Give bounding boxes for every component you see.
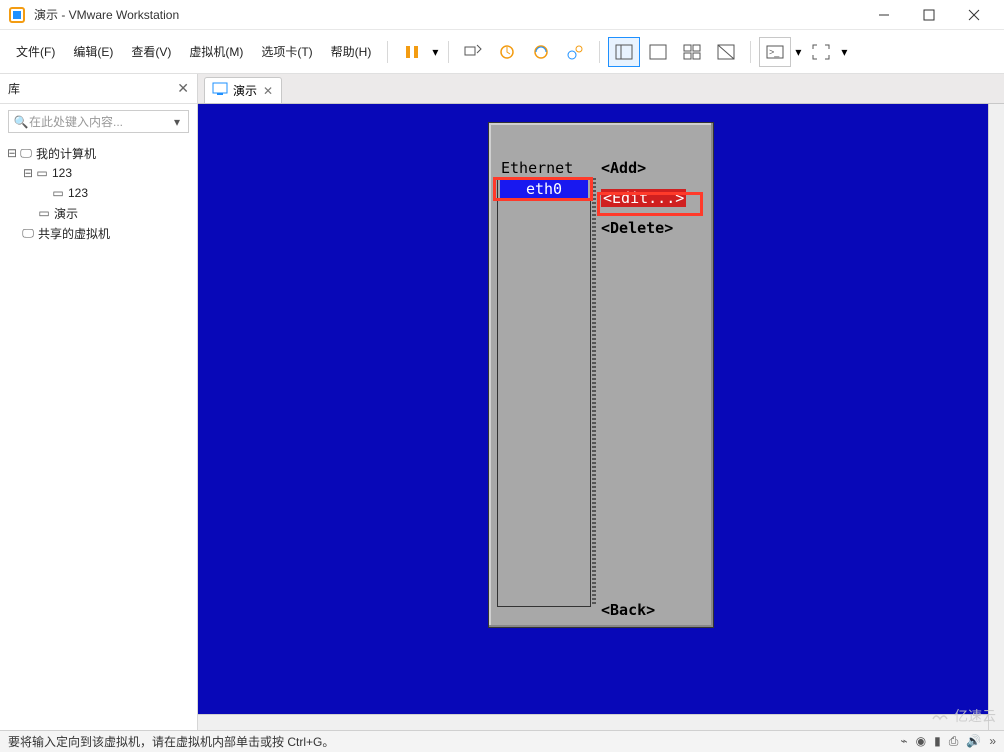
tui-interface-eth0[interactable]: eth0 (500, 180, 588, 198)
tui-back-button[interactable]: <Back> (601, 601, 705, 619)
tui-delete-button[interactable]: <Delete> (601, 219, 705, 237)
vm-display[interactable]: Ethernet eth0 <Add> <Edit...> <Delete> <… (198, 104, 1004, 730)
tree-node-123[interactable]: ⊟ ▭ 123 (4, 163, 193, 183)
horizontal-scrollbar[interactable] (198, 714, 988, 730)
snapshot-revert-icon[interactable] (525, 37, 557, 67)
status-sound-icon[interactable]: 🔊 (966, 734, 981, 749)
sidebar: 库 ✕ 🔍 在此处键入内容... ▾ ⊟ 🖵 我的计算机 ⊟ ▭ 123 ▭ (0, 74, 198, 730)
vm-running-icon: ▭ (36, 206, 52, 220)
status-bar: 要将输入定向到该虚拟机，请在虚拟机内部单击或按 Ctrl+G。 ⌁ ◉ ▮ ⎙ … (0, 730, 1004, 752)
status-text: 要将输入定向到该虚拟机，请在虚拟机内部单击或按 Ctrl+G。 (8, 733, 334, 750)
tab-close-icon[interactable]: ✕ (263, 84, 273, 98)
app-icon (8, 6, 26, 24)
snapshot-manager-icon[interactable] (559, 37, 591, 67)
watermark: 亿速云 (930, 706, 996, 726)
status-disk-icon[interactable]: ⌁ (900, 734, 907, 749)
collapse-icon[interactable]: ⊟ (22, 166, 34, 180)
status-cd-icon[interactable]: ◉ (916, 734, 926, 749)
pause-button[interactable] (396, 37, 428, 67)
tab-strip: 演示 ✕ (198, 74, 1004, 104)
menu-help[interactable]: 帮助(H) (323, 39, 380, 64)
tree-node-demo[interactable]: ▭ 演示 (4, 203, 193, 223)
tui-interface-list[interactable]: eth0 (497, 177, 591, 607)
console-dropdown[interactable]: ▾ (793, 45, 803, 59)
svg-text:>_: >_ (769, 47, 780, 57)
tab-demo[interactable]: 演示 ✕ (204, 77, 282, 103)
title-bar: 演示 - VMware Workstation (0, 0, 1004, 30)
search-icon: 🔍 (13, 115, 29, 129)
status-network-icon[interactable]: ⎙ (949, 734, 959, 749)
snapshot-take-icon[interactable] (491, 37, 523, 67)
send-ctrl-alt-del-icon[interactable] (457, 37, 489, 67)
vm-icon: ▭ (34, 166, 50, 180)
collapse-icon[interactable]: ⊟ (6, 146, 18, 160)
console-view-icon[interactable]: >_ (759, 37, 791, 67)
view-unity-icon[interactable] (710, 37, 742, 67)
search-dropdown-icon[interactable]: ▾ (170, 115, 184, 129)
search-placeholder: 在此处键入内容... (29, 113, 170, 130)
menu-edit[interactable]: 编辑(E) (65, 39, 121, 64)
separator (448, 41, 449, 63)
menu-view[interactable]: 查看(V) (123, 39, 179, 64)
status-icons: ⌁ ◉ ▮ ⎙ 🔊 » (900, 734, 996, 749)
tui-scrollbar[interactable] (592, 178, 596, 606)
fullscreen-icon[interactable] (805, 37, 837, 67)
fullscreen-dropdown[interactable]: ▾ (839, 45, 849, 59)
view-thumbnail-icon[interactable] (676, 37, 708, 67)
tree-node-123-child[interactable]: ▭ 123 (4, 183, 193, 203)
vm-tab-icon (213, 83, 227, 98)
sidebar-search[interactable]: 🔍 在此处键入内容... ▾ (8, 110, 189, 133)
content-area: 演示 ✕ Ethernet eth0 <Add> (198, 74, 1004, 730)
separator (599, 41, 600, 63)
separator (750, 41, 751, 63)
maximize-button[interactable] (906, 0, 951, 30)
status-menu-icon[interactable]: » (989, 734, 996, 749)
vm-tree: ⊟ 🖵 我的计算机 ⊟ ▭ 123 ▭ 123 ▭ 演示 (0, 139, 197, 247)
sidebar-close-button[interactable]: ✕ (177, 80, 189, 97)
tree-shared-vms[interactable]: 🖵 共享的虚拟机 (4, 223, 193, 243)
tui-dialog: Ethernet eth0 <Add> <Edit...> <Delete> <… (488, 122, 714, 628)
menu-bar: 文件(F) 编辑(E) 查看(V) 虚拟机(M) 选项卡(T) 帮助(H) ▾ … (0, 30, 1004, 74)
pause-dropdown[interactable]: ▾ (430, 45, 440, 59)
close-button[interactable] (951, 0, 996, 30)
tui-edit-button[interactable]: <Edit...> (601, 189, 686, 207)
tab-label: 演示 (233, 82, 257, 99)
shared-icon: 🖵 (20, 226, 36, 241)
status-floppy-icon[interactable]: ▮ (934, 734, 941, 749)
tree-my-computer[interactable]: ⊟ 🖵 我的计算机 (4, 143, 193, 163)
view-single-icon[interactable] (608, 37, 640, 67)
computer-icon: 🖵 (18, 146, 34, 161)
view-no-sidebar-icon[interactable] (642, 37, 674, 67)
sidebar-title: 库 (8, 80, 20, 97)
window-controls (861, 0, 996, 30)
menu-tabs[interactable]: 选项卡(T) (253, 39, 320, 64)
window-title: 演示 - VMware Workstation (34, 6, 179, 23)
tui-section-header: Ethernet (497, 159, 591, 177)
vm-icon: ▭ (50, 186, 66, 200)
separator (387, 41, 388, 63)
minimize-button[interactable] (861, 0, 906, 30)
vertical-scrollbar[interactable] (988, 104, 1004, 730)
menu-file[interactable]: 文件(F) (8, 39, 63, 64)
tui-add-button[interactable]: <Add> (601, 159, 705, 177)
menu-vm[interactable]: 虚拟机(M) (181, 39, 251, 64)
